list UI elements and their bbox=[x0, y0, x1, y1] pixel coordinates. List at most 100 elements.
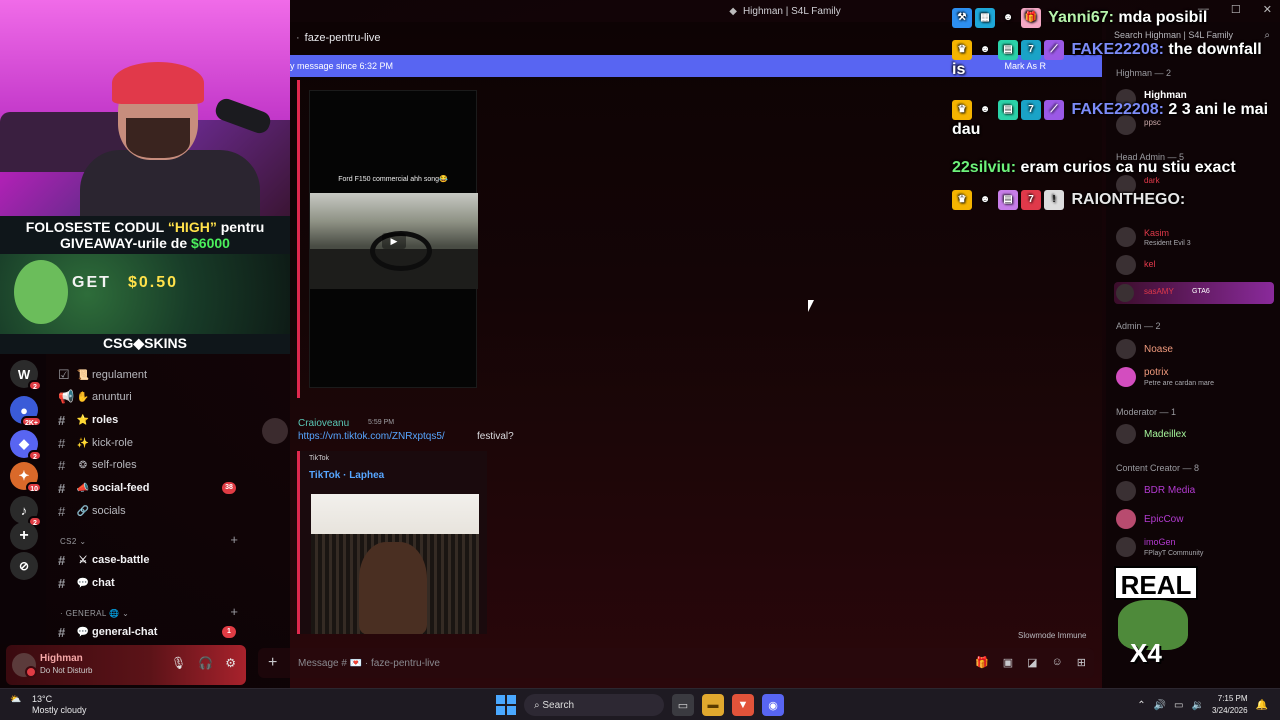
hash-icon: # bbox=[58, 457, 66, 473]
chevron-up-icon[interactable]: ⌃ bbox=[1137, 700, 1145, 711]
member-item[interactable]: potrix Petre are cardan mare bbox=[1114, 364, 1274, 390]
add-channel-icon[interactable]: + bbox=[230, 604, 238, 619]
display-icon[interactable]: ▭ bbox=[1174, 700, 1183, 711]
video-thumbnail[interactable]: ▶ bbox=[310, 193, 478, 289]
channel-socials[interactable]: # 🔗 socials bbox=[58, 501, 288, 521]
member-item[interactable]: Madeillex bbox=[1114, 421, 1274, 447]
gift-icon[interactable]: 🎁 bbox=[975, 656, 989, 669]
chevron-down-icon: ⌄ bbox=[122, 609, 130, 618]
channel-case-battle[interactable]: # ⚔ case-battle bbox=[58, 550, 288, 570]
message-input[interactable]: Message # 💌 · faze-pentru-live bbox=[298, 658, 440, 669]
discover-icon[interactable]: ⊘ bbox=[10, 552, 38, 580]
task-view-icon[interactable]: ▭ bbox=[672, 694, 694, 716]
badge-icon: 7 bbox=[1021, 100, 1041, 120]
voice-controls: 🎙 🎧 ⚙ bbox=[171, 656, 236, 670]
category-cs2[interactable]: CS2 ⌄ bbox=[60, 537, 87, 546]
mention-badge: 38 bbox=[222, 482, 236, 494]
channel-anunturi[interactable]: 📢 ✋ anunturi bbox=[58, 387, 288, 407]
globe-icon: 🌐 bbox=[109, 609, 120, 618]
crown-icon: ♛ bbox=[952, 40, 972, 60]
member-item[interactable]: imoGen FPlayT Community bbox=[1114, 534, 1274, 560]
headphones-icon[interactable]: 🎧 bbox=[198, 656, 213, 670]
channel-regulament[interactable]: ☑ 📜 regulament bbox=[58, 365, 288, 385]
new-messages-text: y message since 6:32 PM bbox=[290, 61, 394, 71]
category-general[interactable]: · GENERAL 🌐 ⌄ bbox=[60, 609, 129, 618]
channel-general-chat[interactable]: # 💬 general-chat 1 bbox=[58, 622, 288, 642]
avatar bbox=[1116, 367, 1136, 387]
hand-icon: ✋ bbox=[76, 391, 90, 403]
emoji-icon[interactable]: ☺ bbox=[1052, 656, 1063, 669]
role-header: Content Creator — 8 bbox=[1116, 463, 1200, 473]
channel-roles[interactable]: # ⭐ roles bbox=[58, 410, 288, 430]
server-icon[interactable]: ● 2K+ bbox=[10, 396, 42, 427]
hash-icon: # bbox=[58, 624, 66, 640]
play-icon[interactable]: ▶ bbox=[382, 233, 406, 249]
user-name: Highman bbox=[40, 653, 83, 664]
hash-icon: # bbox=[58, 412, 66, 428]
start-icon[interactable] bbox=[496, 695, 516, 715]
member-item[interactable]: BDR Media bbox=[1114, 478, 1274, 504]
member-item[interactable]: Noase bbox=[1114, 336, 1274, 362]
video-attachment[interactable]: Ford F150 commercial ahh song😂 ▶ bbox=[309, 90, 478, 388]
promo-line-2: GIVEAWAY-urile de $6000 bbox=[60, 235, 230, 251]
server-icon[interactable]: ◆ 2 bbox=[10, 430, 42, 461]
brave-icon[interactable]: ▼ bbox=[732, 694, 754, 716]
discord-icon[interactable]: ◉ bbox=[762, 694, 784, 716]
badge-icon: 7 bbox=[1021, 40, 1041, 60]
speech-bubble-icon: 💬 bbox=[76, 626, 90, 638]
chat-message: 22silviu: eram curios ca nu stiu exact bbox=[952, 159, 1236, 176]
taskbar-search[interactable]: ⌕ Search bbox=[524, 694, 664, 716]
avatar bbox=[1116, 509, 1136, 529]
server-rail: W2 ● 2K+ ◆ 2 ✦ 10 ♪ 2 + ⊘ bbox=[0, 354, 46, 644]
channel-social-feed[interactable]: # 📣 social-feed 38 bbox=[58, 478, 288, 498]
chat-message: ♛ ☻ ▤ 7! RAIONTHEGO: bbox=[952, 190, 1278, 210]
server-icon[interactable]: ✦ 10 bbox=[10, 462, 42, 493]
avatar bbox=[1116, 255, 1136, 275]
message-composer[interactable]: + Message # 💌 · faze-pentru-live 🎁 ▣ ◪ ☺… bbox=[258, 648, 1094, 678]
avatar[interactable] bbox=[12, 653, 37, 678]
gif-icon[interactable]: ▣ bbox=[1003, 656, 1013, 669]
embed-thumbnail[interactable] bbox=[311, 494, 479, 634]
avatar[interactable] bbox=[262, 418, 288, 444]
feather-icon: ⟋ bbox=[1044, 100, 1064, 120]
emote-icon: ☻ bbox=[979, 104, 991, 115]
channel-header: · faze-pentru-live bbox=[290, 26, 950, 50]
channel-kick-role[interactable]: # ✨ kick-role bbox=[58, 433, 288, 453]
unread-badge: 10 bbox=[26, 482, 42, 493]
message-author[interactable]: Craioveanu bbox=[298, 418, 349, 429]
notification-icon[interactable]: 🔔 bbox=[1256, 700, 1268, 711]
member-item[interactable]: sasAMY GTA6 bbox=[1114, 282, 1274, 304]
crown-icon: ♛ bbox=[952, 100, 972, 120]
channel-self-roles[interactable]: # ❂ self-roles bbox=[58, 455, 288, 475]
embed-title[interactable]: TikTok · Laphea bbox=[309, 470, 384, 481]
avatar bbox=[1116, 284, 1134, 302]
add-channel-icon[interactable]: + bbox=[230, 532, 238, 547]
speaker-icon[interactable]: 🔊 bbox=[1154, 700, 1166, 711]
gear-icon[interactable]: ⚙ bbox=[225, 656, 236, 670]
member-item[interactable]: EpicCow bbox=[1114, 506, 1274, 532]
member-item[interactable]: kel bbox=[1114, 252, 1274, 278]
apps-icon[interactable]: ⊞ bbox=[1077, 656, 1086, 669]
file-explorer-icon[interactable]: ▬ bbox=[702, 694, 724, 716]
emote-icon: ☻ bbox=[979, 194, 991, 205]
gift-icon: ▤ bbox=[998, 40, 1018, 60]
microphone-icon[interactable]: 🎙 bbox=[171, 656, 186, 670]
channel-chat[interactable]: # 💬 chat bbox=[58, 573, 288, 593]
member-item[interactable]: Kasim Resident Evil 3 bbox=[1114, 224, 1274, 250]
volume-icon[interactable]: 🔉 bbox=[1192, 700, 1204, 711]
weather-icon: ⛅ bbox=[10, 694, 22, 704]
sticker-icon[interactable]: ◪ bbox=[1027, 656, 1037, 669]
add-attachment-icon[interactable]: + bbox=[268, 654, 288, 672]
add-server-icon[interactable]: + bbox=[10, 522, 38, 550]
server-icon[interactable]: W2 bbox=[10, 360, 42, 391]
channel-list: ☑ 📜 regulament 📢 ✋ anunturi # ⭐ roles # … bbox=[46, 354, 290, 644]
weather-widget[interactable]: ⛅ 13°C Mostly cloudy bbox=[10, 694, 87, 715]
promo-line-1: FOLOSESTE CODUL “HIGH” pentru bbox=[25, 219, 265, 235]
badge-icon: ▦ bbox=[975, 8, 995, 28]
server-icon[interactable]: ♪ 2 bbox=[10, 496, 42, 527]
clock[interactable]: 7:15 PM 3/24/2026 bbox=[1212, 693, 1248, 717]
scroll-icon: 📜 bbox=[76, 369, 90, 381]
taskbar-apps: ⌕ Search ▭ ▬ ▼ ◉ bbox=[496, 694, 784, 716]
message-link[interactable]: https://vm.tiktok.com/ZNRxptqs5/ bbox=[298, 431, 445, 442]
composer-tools: 🎁 ▣ ◪ ☺ ⊞ bbox=[975, 656, 1086, 669]
